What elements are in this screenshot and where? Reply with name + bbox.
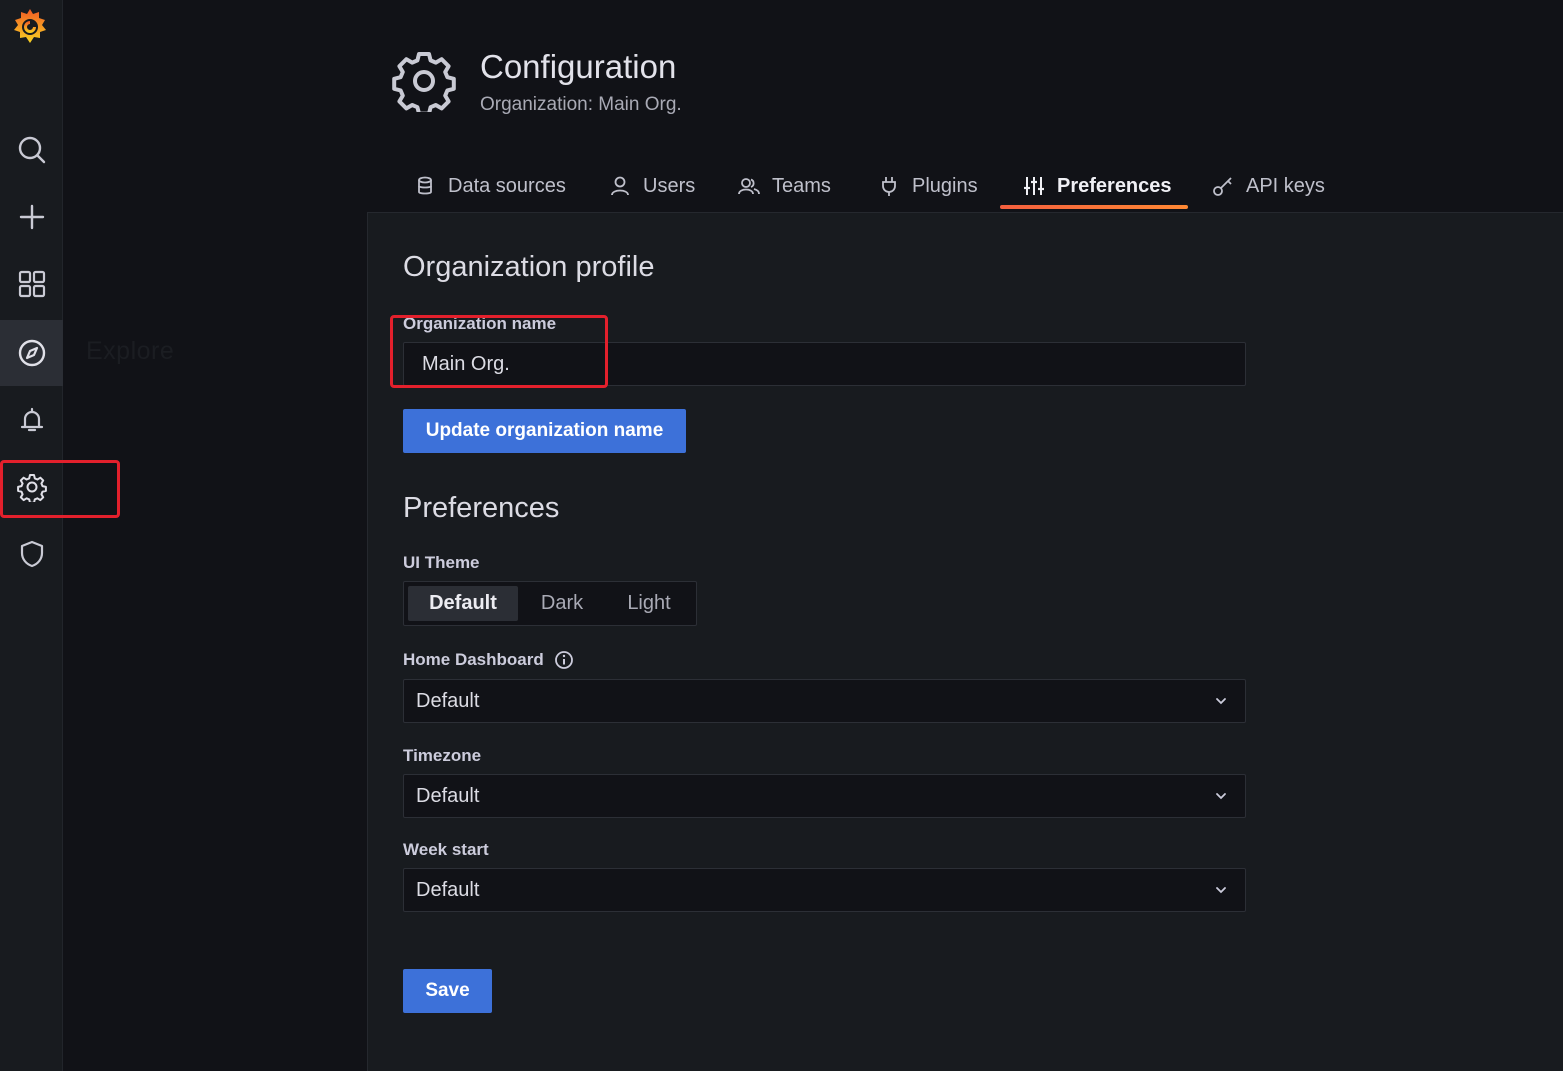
home-dashboard-select[interactable]: Default	[403, 679, 1246, 723]
user-icon	[611, 176, 629, 196]
home-dashboard-label-text: Home Dashboard	[403, 650, 544, 669]
server-admin-button[interactable]	[0, 521, 63, 587]
annotation-highlight-gear	[0, 460, 120, 518]
plus-icon	[19, 204, 44, 230]
timezone-select[interactable]: Default	[403, 774, 1246, 818]
theme-option-dark[interactable]: Dark	[520, 586, 604, 621]
plug-icon	[882, 177, 896, 196]
tab-label: Plugins	[912, 174, 978, 197]
tab-api-keys[interactable]: API keys	[1212, 160, 1325, 212]
theme-option-default[interactable]: Default	[408, 586, 518, 621]
org-profile-title: Organization profile	[403, 251, 655, 283]
database-icon	[418, 176, 432, 195]
grafana-logo-icon[interactable]	[10, 6, 50, 48]
timezone-value: Default	[416, 784, 480, 807]
tab-label: Users	[643, 174, 696, 197]
timezone-label: Timezone	[403, 746, 482, 765]
tab-label: API keys	[1246, 174, 1325, 197]
sliders-icon	[1024, 177, 1044, 195]
tab-label: Preferences	[1057, 174, 1172, 197]
key-icon	[1213, 177, 1232, 196]
home-dashboard-label: Home Dashboard	[403, 650, 574, 670]
active-tab-indicator	[1000, 205, 1188, 209]
tab-users[interactable]: Users	[609, 160, 695, 212]
explore-icon	[18, 339, 45, 367]
dashboards-icon	[18, 270, 45, 298]
ui-theme-radio-group: Default Dark Light	[403, 581, 697, 626]
create-button[interactable]	[0, 184, 63, 250]
week-start-label: Week start	[403, 840, 489, 859]
users-icon	[738, 178, 760, 195]
ui-theme-label: UI Theme	[403, 553, 480, 572]
week-start-value: Default	[416, 878, 480, 901]
search-icon	[18, 136, 45, 164]
home-dashboard-value: Default	[416, 689, 480, 712]
save-button[interactable]: Save	[403, 969, 492, 1013]
theme-option-light[interactable]: Light	[606, 586, 692, 621]
tab-plugins[interactable]: Plugins	[878, 160, 978, 212]
page-title: Configuration	[480, 48, 677, 85]
tab-data-sources[interactable]: Data sources	[414, 160, 566, 212]
preferences-title: Preferences	[403, 492, 560, 524]
preferences-panel: Organization profile Organization name M…	[367, 212, 1563, 1071]
bell-icon	[20, 407, 43, 432]
tab-teams[interactable]: Teams	[738, 160, 831, 212]
explore-button[interactable]	[0, 320, 63, 386]
search-button[interactable]	[0, 117, 63, 183]
side-menu	[0, 0, 63, 1071]
info-circle-icon[interactable]	[554, 650, 574, 670]
chevron-down-icon	[1216, 887, 1226, 894]
chevron-down-icon	[1216, 793, 1226, 800]
dashboards-button[interactable]	[0, 251, 63, 317]
annotation-highlight-org-name	[390, 315, 608, 388]
week-start-select[interactable]: Default	[403, 868, 1246, 912]
tab-label: Data sources	[448, 174, 566, 197]
tab-label: Teams	[772, 174, 831, 197]
alerting-button[interactable]	[0, 387, 63, 453]
chevron-down-icon	[1216, 698, 1226, 705]
shield-icon	[20, 540, 43, 568]
explore-tooltip: Explore	[86, 337, 175, 365]
update-org-name-button[interactable]: Update organization name	[403, 409, 686, 453]
gear-icon	[392, 52, 456, 112]
page-subtitle: Organization: Main Org.	[480, 94, 682, 115]
